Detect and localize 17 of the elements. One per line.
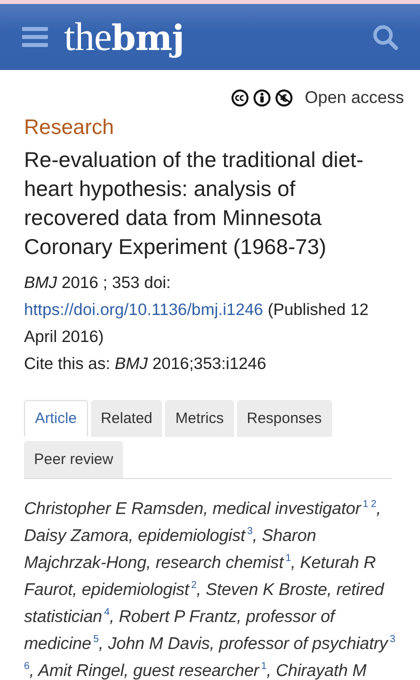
article-title: Re-evaluation of the traditional diet-heart hypothesis: analysis of recovered data from Minnesota Coronary Experiment (1968-73) — [24, 147, 364, 261]
site-logo[interactable]: thebmj — [64, 17, 184, 57]
author-list: Christopher E Ramsden, medical investigator$^{1 2}$, Daisy Zamora, epidemiologist$^{3}$, Sharon Majchrzak-Hong, research chemist$^{1}$, Keturah R Faurot, epidemiologist$^{2}$, Steven K Broste, retired statistician$^{4}$, Robert P Frantz, professor of medicine$^{5}$, John M Davis, professor of psychiatry$^{3}$ $^{6}$, Amit Ringel, guest researcher$^{1}$, Chirayath M — [24, 495, 396, 680]
citation-text: BMJ 2016 ; 353 doi: https://doi.org/10.1136/bmj.i1246 (Published 12 April 2016) — [24, 273, 370, 348]
cite-as-text: Cite this as: BMJ 2016;353:i1246 — [24, 354, 268, 375]
search-icon[interactable] — [372, 24, 398, 50]
cc-license-icon — [230, 89, 249, 107]
tab[interactable]: Related — [90, 400, 162, 437]
non-commercial-icon — [274, 89, 293, 107]
section-label: Research — [24, 116, 115, 140]
open-access-label: Open access — [304, 88, 404, 108]
tab[interactable]: Peer review — [24, 441, 124, 478]
tab[interactable]: Responses — [236, 400, 332, 437]
menu-icon[interactable] — [22, 26, 48, 48]
doi-link[interactable]: https://doi.org/10.1136/bmj.i1246 — [24, 301, 264, 319]
tab[interactable]: Article — [24, 400, 88, 437]
tab[interactable]: Metrics — [165, 400, 234, 437]
